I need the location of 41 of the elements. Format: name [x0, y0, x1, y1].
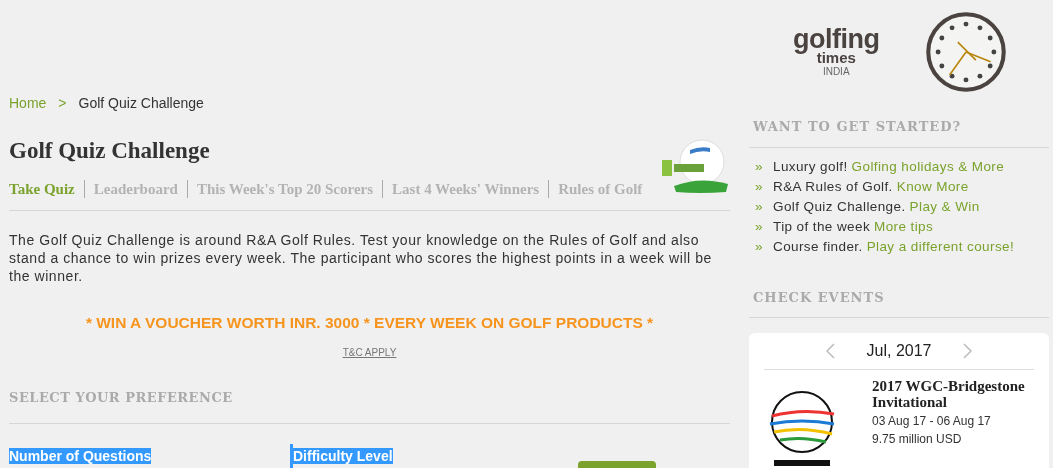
- section-heading: WANT TO GET STARTED?: [753, 118, 963, 137]
- list-text: Tip of the week: [773, 217, 871, 236]
- tab[interactable]: Leaderboard: [93, 177, 178, 201]
- breadcrumb-separator: >: [58, 94, 67, 114]
- action-button[interactable]: [578, 461, 656, 468]
- month-label: Jul, 2017: [866, 341, 932, 361]
- list-text: Course finder.: [773, 237, 863, 256]
- list-text: R&A Rules of Golf.: [773, 177, 893, 196]
- section-heading: CHECK EVENTS: [753, 288, 886, 307]
- breadcrumb-link[interactable]: Home: [9, 93, 47, 115]
- site-logo: golfing times INDIA: [793, 26, 880, 78]
- event-title: 2017 WGC-Bridgestone Invitational: [872, 378, 1026, 410]
- clock-icon: [925, 10, 1008, 93]
- section-heading: SELECT YOUR PREFERENCE: [9, 388, 234, 407]
- event-prize: 9.75 million USD: [872, 431, 963, 448]
- previous-icon[interactable]: [825, 343, 835, 359]
- field-label: Difficulty Level: [293, 448, 393, 464]
- list-link[interactable]: Play & Win: [909, 196, 980, 217]
- page-title: Golf Quiz Challenge: [9, 138, 211, 162]
- tab[interactable]: Rules of Golf: [558, 177, 643, 201]
- tab[interactable]: Last 4 Weeks' Winners: [392, 177, 540, 201]
- promo-text: * WIN A VOUCHER WORTH INR. 3000 * EVERY WEEK ON GOLF PRODUCTS *: [85, 313, 654, 334]
- tab[interactable]: This Week's Top 20 Scorers: [196, 177, 374, 201]
- list-link[interactable]: Play a different course!: [866, 236, 1015, 257]
- bullet-icon: »: [755, 236, 773, 257]
- list-link[interactable]: Golfing holidays & More: [851, 156, 1005, 177]
- terms-link[interactable]: T&C APPLY: [342, 344, 397, 360]
- bullet-icon: »: [755, 196, 773, 217]
- list-link[interactable]: More tips: [874, 216, 934, 237]
- field-label: Number of Questions: [9, 448, 152, 464]
- bullet-icon: »: [755, 176, 773, 197]
- tab[interactable]: Take Quiz: [9, 177, 75, 201]
- list-text: Luxury golf!: [773, 157, 848, 176]
- list-link[interactable]: Know More: [896, 176, 969, 197]
- bullet-icon: »: [755, 156, 773, 177]
- list-text: Golf Quiz Challenge.: [773, 197, 906, 216]
- next-icon[interactable]: [963, 343, 973, 359]
- breadcrumb-current: Golf Quiz Challenge: [78, 94, 204, 114]
- intro-paragraph: The Golf Quiz Challenge is around R&A Golf Rules. Test your knowledge on the Rules of Golf and also stand a chance to win prizes every week. The participant who scores the highest points in a week will be the winner.: [9, 231, 713, 286]
- bullet-icon: »: [755, 216, 773, 237]
- event-dates: 03 Aug 17 - 06 Aug 17: [872, 413, 992, 430]
